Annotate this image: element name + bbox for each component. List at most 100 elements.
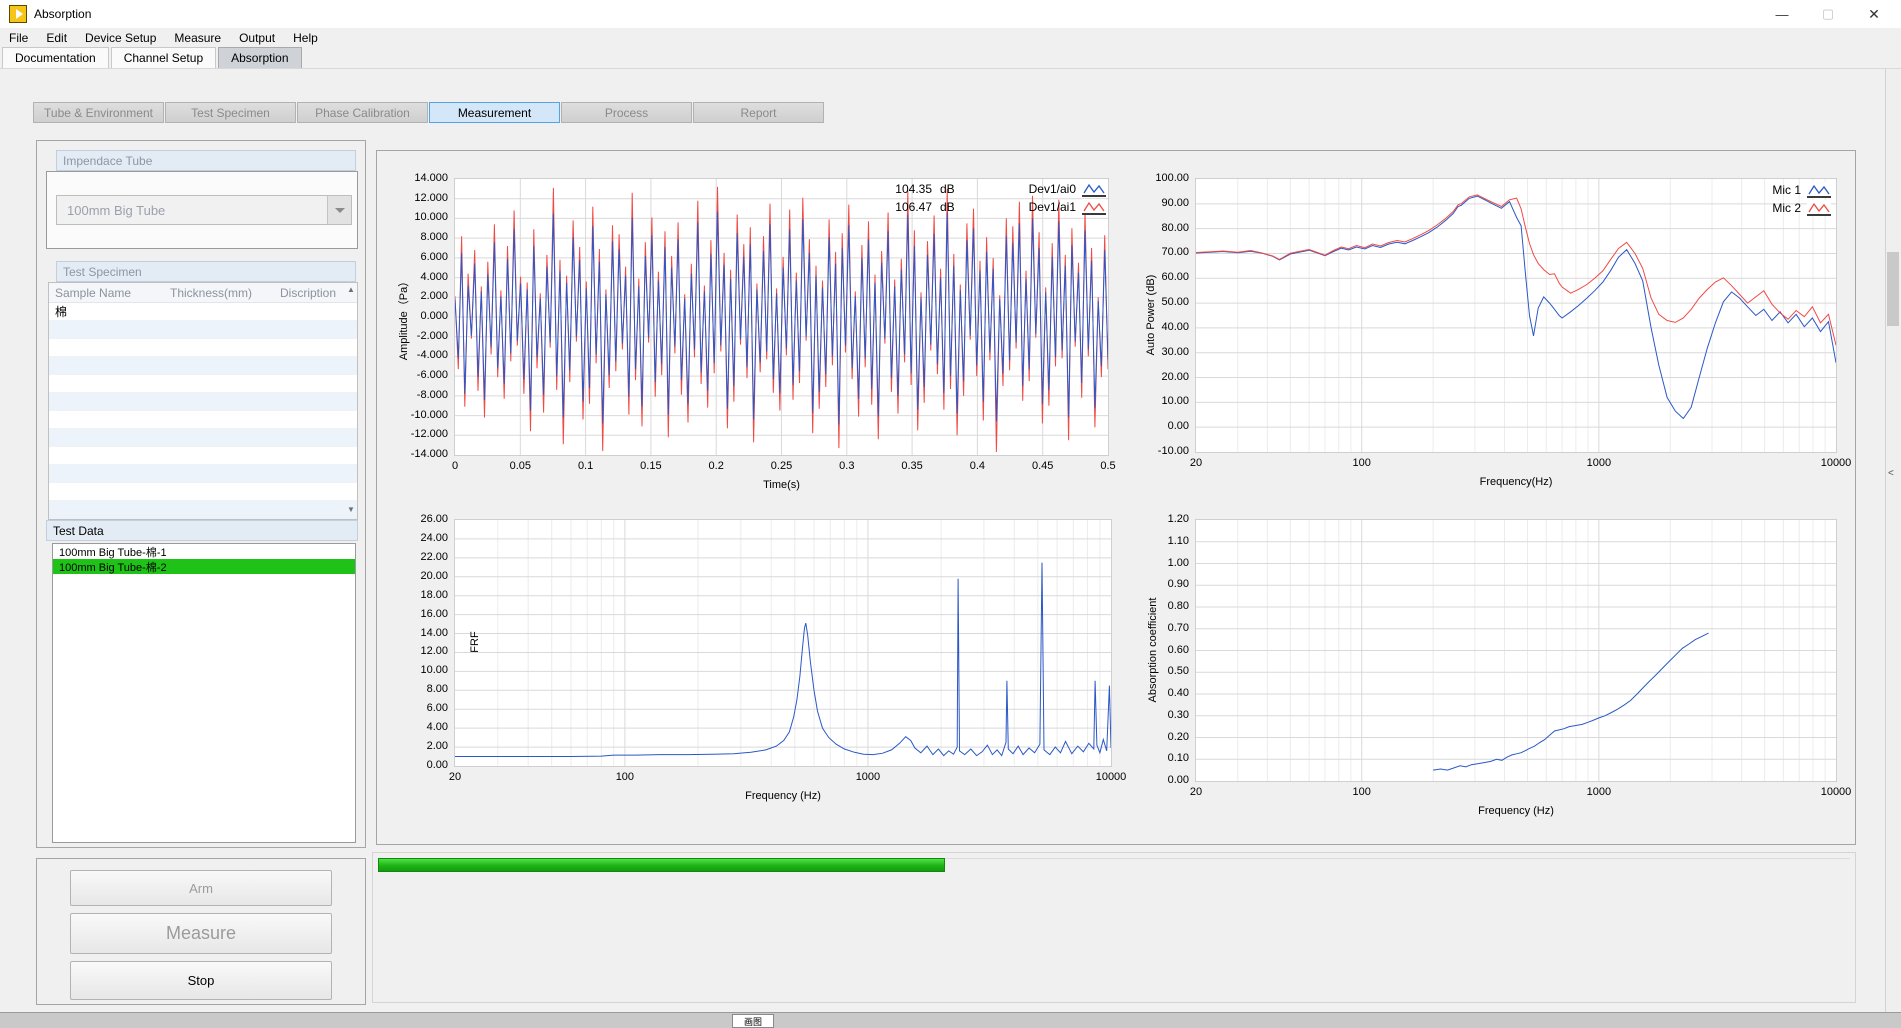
x-tick-label: 0.45 (1013, 460, 1073, 472)
menu-measure[interactable]: Measure (165, 29, 230, 47)
legend-row: Mic 2 (1745, 200, 1831, 216)
app-icon (9, 5, 27, 23)
x-tick-label: 20 (425, 771, 485, 783)
y-tick-label: 100.00 (1121, 172, 1189, 184)
y-tick-label: 80.00 (1121, 222, 1189, 234)
test-specimen-table-header: Sample Name Thickness(mm) Discription (49, 283, 357, 303)
measure-button[interactable]: Measure (70, 913, 332, 954)
table-row[interactable] (49, 321, 357, 339)
subtab-report[interactable]: Report (693, 102, 824, 123)
test-data-list: 100mm Big Tube-棉-1100mm Big Tube-棉-2 (52, 543, 356, 843)
y-tick-label: 14.00 (380, 627, 448, 639)
chevron-down-icon[interactable] (327, 196, 351, 224)
x-tick-label: 1000 (1569, 457, 1629, 469)
x-tick-label: 100 (1332, 457, 1392, 469)
window-title: Absorption (34, 7, 91, 21)
test-data-header: Test Data (46, 520, 358, 541)
main-tab-bar: Documentation Channel Setup Absorption (0, 47, 1901, 69)
taskbar-app-button[interactable]: 画图 (732, 1014, 774, 1028)
br-plot-svg (1196, 520, 1836, 781)
right-scrollbar[interactable] (1885, 69, 1901, 1012)
legend-row: Mic 1 (1745, 182, 1831, 198)
table-row[interactable] (49, 483, 357, 501)
table-row[interactable] (49, 501, 357, 519)
column-discription[interactable]: Discription (274, 286, 357, 300)
plot-legend-icon[interactable] (1082, 181, 1106, 197)
scroll-up-icon[interactable]: ▲ (347, 285, 355, 294)
subtab-measurement[interactable]: Measurement (429, 102, 560, 123)
y-tick-label: 12.00 (380, 645, 448, 657)
menu-device-setup[interactable]: Device Setup (76, 29, 165, 47)
impedance-tube-header: Impendace Tube (56, 150, 356, 171)
table-row[interactable] (49, 357, 357, 375)
tr-x-axis-label: Frequency(Hz) (1436, 476, 1596, 488)
y-tick-label: 0.10 (1121, 752, 1189, 764)
close-button[interactable]: ✕ (1851, 0, 1897, 28)
subtab-phase-calibration[interactable]: Phase Calibration (297, 102, 428, 123)
level-readout-row: 106.47 dB Dev1/ai1 (880, 199, 1106, 215)
table-row[interactable] (49, 465, 357, 483)
subtab-process[interactable]: Process (561, 102, 692, 123)
minimize-button[interactable]: — (1759, 0, 1805, 28)
bl-x-axis-label: Frequency (Hz) (703, 790, 863, 802)
subtab-tube-environment[interactable]: Tube & Environment (33, 102, 164, 123)
y-tick-label: 0.00 (1121, 420, 1189, 432)
column-sample-name[interactable]: Sample Name (49, 286, 164, 300)
y-tick-label: 18.00 (380, 589, 448, 601)
table-row[interactable] (49, 429, 357, 447)
table-row[interactable] (49, 375, 357, 393)
y-tick-label: 20.00 (380, 570, 448, 582)
x-tick-label: 10000 (1806, 786, 1866, 798)
column-thickness[interactable]: Thickness(mm) (164, 286, 274, 300)
arm-button[interactable]: Arm (70, 870, 332, 906)
menu-edit[interactable]: Edit (37, 29, 76, 47)
y-tick-label: 8.000 (380, 231, 448, 243)
tl-x-axis-label: Time(s) (702, 479, 862, 491)
legend-label: Mic 2 (1745, 201, 1801, 215)
table-row[interactable] (49, 339, 357, 357)
y-tick-label: 1.00 (1121, 557, 1189, 569)
y-tick-label: 4.00 (380, 721, 448, 733)
scrollbar-thumb[interactable] (1887, 252, 1899, 326)
impedance-tube-value: 100mm Big Tube (57, 203, 327, 218)
table-row[interactable] (49, 393, 357, 411)
y-tick-label: 8.00 (380, 683, 448, 695)
table-row[interactable]: 棉 (49, 303, 357, 321)
subtab-test-specimen[interactable]: Test Specimen (165, 102, 296, 123)
test-data-item[interactable]: 100mm Big Tube-棉-1 (53, 544, 355, 559)
level-unit: dB (940, 200, 955, 214)
y-tick-label: -12.000 (380, 428, 448, 440)
x-tick-label: 0.1 (556, 460, 616, 472)
table-row[interactable] (49, 411, 357, 429)
y-tick-label: 2.000 (380, 290, 448, 302)
plot-legend-icon[interactable] (1807, 182, 1831, 198)
tab-absorption[interactable]: Absorption (218, 47, 301, 68)
maximize-button[interactable]: ▢ (1805, 0, 1851, 28)
tab-documentation[interactable]: Documentation (2, 47, 109, 68)
stop-button[interactable]: Stop (70, 961, 332, 1000)
tl-y-axis-label: Amplitude（Pa） (395, 243, 411, 393)
y-tick-label: -8.000 (380, 389, 448, 401)
menu-file[interactable]: File (0, 29, 37, 47)
y-tick-label: 12.000 (380, 192, 448, 204)
plot-legend-icon[interactable] (1807, 200, 1831, 216)
x-tick-label: 0.2 (686, 460, 746, 472)
y-tick-label: 16.00 (380, 608, 448, 620)
impedance-tube-dropdown[interactable]: 100mm Big Tube (56, 195, 352, 225)
tr-plot-svg (1196, 179, 1836, 452)
menu-output[interactable]: Output (230, 29, 284, 47)
y-tick-label: 26.00 (380, 513, 448, 525)
progress-bar (378, 858, 945, 872)
x-tick-label: 0.05 (490, 460, 550, 472)
menu-help[interactable]: Help (284, 29, 327, 47)
y-tick-label: -6.000 (380, 369, 448, 381)
legend-label: Dev1/ai1 (955, 200, 1076, 214)
plot-legend-icon[interactable] (1082, 199, 1106, 215)
table-row[interactable] (49, 447, 357, 465)
collapse-left-icon[interactable]: < (1888, 468, 1894, 479)
scroll-down-icon[interactable]: ▼ (347, 505, 355, 514)
tab-channel-setup[interactable]: Channel Setup (111, 47, 216, 68)
test-data-item[interactable]: 100mm Big Tube-棉-2 (53, 559, 355, 574)
y-tick-label: 10.000 (380, 211, 448, 223)
x-tick-label: 0.35 (882, 460, 942, 472)
